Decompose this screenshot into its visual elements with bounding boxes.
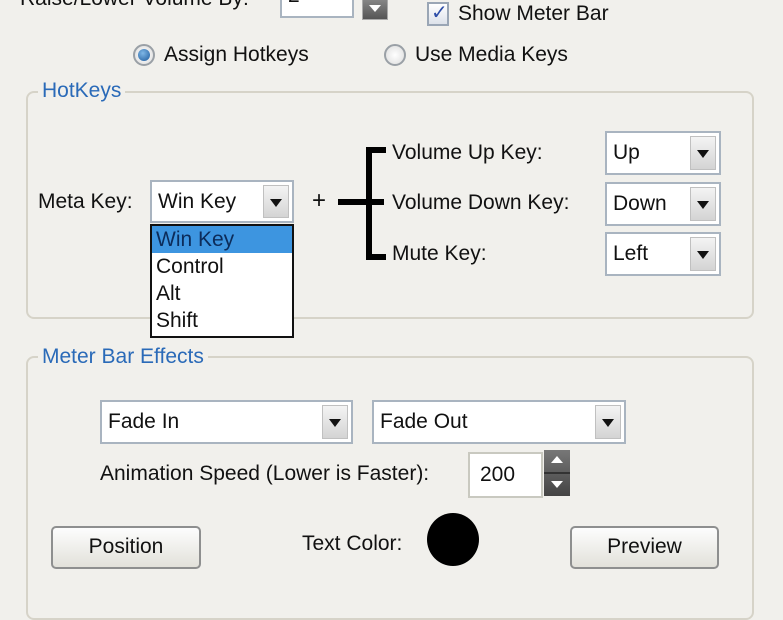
chevron-down-icon[interactable] — [690, 136, 716, 170]
meta-key-option[interactable]: Control — [152, 253, 292, 280]
hotkeys-legend: HotKeys — [38, 78, 126, 104]
chevron-down-icon[interactable] — [322, 405, 348, 439]
volume-step-input[interactable]: 2 — [280, 0, 354, 18]
animation-speed-label: Animation Speed (Lower is Faster): — [100, 462, 430, 485]
text-color-swatch[interactable] — [427, 513, 479, 566]
chevron-down-icon[interactable] — [263, 185, 289, 218]
meta-key-option[interactable]: Alt — [152, 280, 292, 307]
meta-key-label: Meta Key: — [38, 190, 133, 213]
volume-down-key-label: Volume Down Key: — [392, 191, 570, 214]
preview-button[interactable]: Preview — [570, 526, 719, 569]
chevron-down-icon[interactable] — [595, 405, 621, 439]
volume-step-dropdown-button[interactable] — [362, 0, 388, 20]
mute-key-label: Mute Key: — [392, 242, 487, 265]
show-meter-bar-label: Show Meter Bar — [458, 2, 609, 25]
chevron-down-icon[interactable] — [690, 187, 716, 221]
use-media-keys-label: Use Media Keys — [415, 43, 568, 66]
meter-bar-effects-group — [26, 356, 754, 620]
meta-key-select[interactable]: Win Key — [150, 180, 294, 223]
meter-bar-effects-legend: Meter Bar Effects — [38, 344, 208, 370]
chevron-down-icon — [369, 5, 381, 12]
spin-down-icon[interactable] — [551, 481, 563, 488]
volume-up-key-select[interactable]: Up — [605, 131, 721, 175]
volume-up-key-label: Volume Up Key: — [392, 141, 543, 164]
check-icon: ✓ — [431, 2, 448, 24]
meta-key-option[interactable]: Win Key — [152, 226, 292, 253]
spin-up-icon[interactable] — [551, 456, 563, 463]
volume-down-key-select[interactable]: Down — [605, 182, 721, 226]
volume-step-label: Raise/Lower Volume By: — [20, 0, 249, 12]
animation-speed-input[interactable]: 200 — [468, 452, 543, 498]
assign-hotkeys-label: Assign Hotkeys — [164, 43, 309, 66]
meta-key-option[interactable]: Shift — [152, 307, 292, 334]
chevron-down-icon[interactable] — [690, 237, 716, 271]
text-color-label: Text Color: — [302, 532, 403, 555]
fade-out-select[interactable]: Fade Out — [372, 400, 626, 444]
assign-hotkeys-radio[interactable] — [133, 44, 155, 66]
animation-speed-spinner[interactable] — [544, 450, 570, 496]
fade-in-select[interactable]: Fade In — [100, 400, 353, 444]
mute-key-select[interactable]: Left — [605, 232, 721, 276]
position-button[interactable]: Position — [51, 526, 201, 569]
use-media-keys-radio[interactable] — [384, 44, 406, 66]
show-meter-bar-checkbox[interactable]: ✓ — [427, 2, 449, 26]
plus-sign: + — [312, 187, 327, 214]
meta-key-dropdown-list: Win Key Control Alt Shift — [150, 224, 294, 338]
